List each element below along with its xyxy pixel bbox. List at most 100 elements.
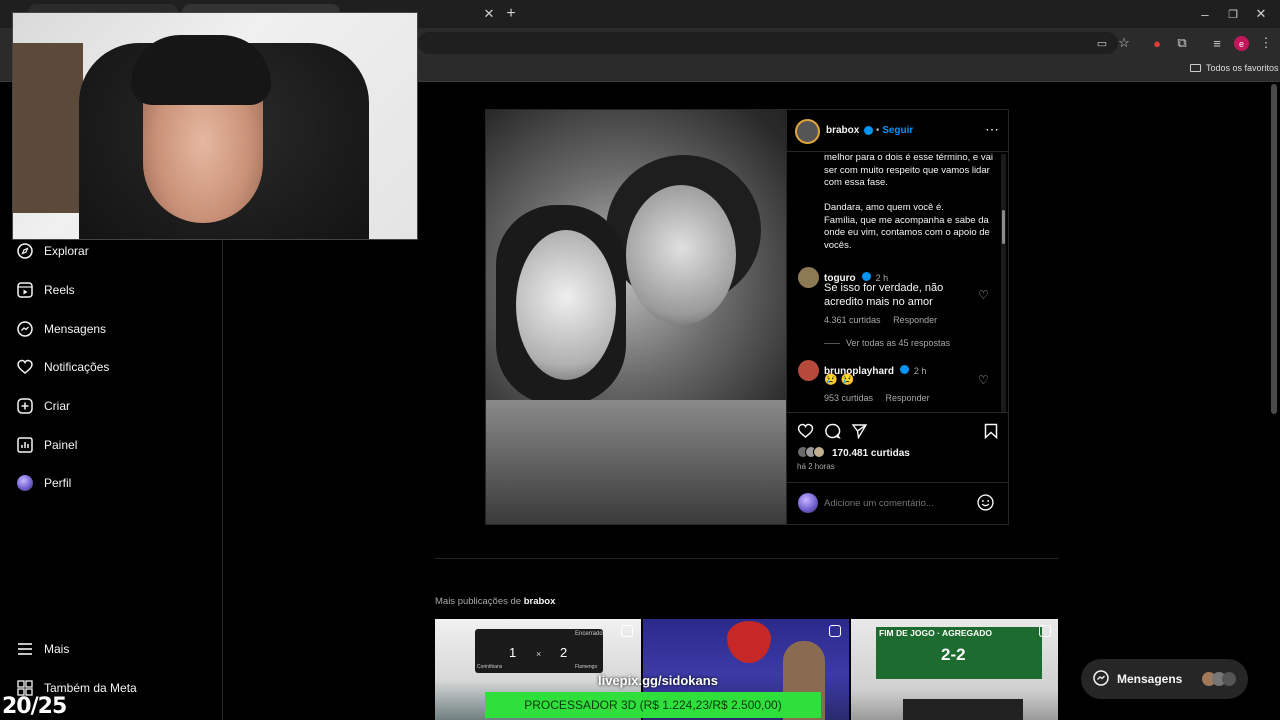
comment-like-icon[interactable]: ♡: [978, 373, 989, 387]
heart-icon: [16, 358, 34, 376]
post-timestamp: há 2 horas: [797, 462, 835, 471]
livepix-overlay: livepix.gg/sidokans: [598, 673, 718, 688]
view-replies-label: Ver todas as 45 respostas: [846, 338, 951, 348]
puzzle-icon[interactable]: ⧉: [1171, 32, 1193, 54]
media-icon[interactable]: ≡: [1206, 32, 1228, 54]
messages-avatars: [1202, 672, 1236, 686]
page-scrollbar[interactable]: [1271, 84, 1277, 414]
avatar: [813, 446, 825, 458]
comment-input[interactable]: [824, 496, 964, 510]
avatar: [1222, 672, 1236, 686]
bookmarks-label: Todos os favoritos: [1206, 63, 1279, 73]
post-likes-count[interactable]: 170.481 curtidas: [832, 448, 910, 459]
reels-badge-icon: [1039, 625, 1051, 637]
sidebar-item-reels[interactable]: Reels: [16, 278, 75, 302]
photo-bottom: [486, 400, 786, 524]
minimize-icon[interactable]: –: [1194, 3, 1216, 25]
caption-line: Dandara, amo quem você é.: [824, 202, 944, 213]
url-input[interactable]: [418, 32, 1118, 54]
extension-icon[interactable]: ●: [1146, 32, 1168, 54]
more-posts-heading: Mais publicações de brabox: [435, 596, 555, 607]
sidebar-item-label: Mensagens: [44, 322, 107, 336]
caption-line: onde eu vim, contamos com o apoio de: [824, 227, 990, 238]
view-replies-button[interactable]: Ver todas as 45 respostas: [824, 338, 950, 348]
comment-line: Se isso for verdade, não: [824, 282, 944, 294]
close-tab-icon[interactable]: ✕: [478, 3, 500, 25]
reels-icon: [16, 281, 34, 299]
post-side-panel: brabox • Seguir ⋯ melhor para o dois é e…: [786, 110, 1009, 524]
sidebar-item-explorar[interactable]: Explorar: [16, 239, 89, 263]
folder-icon: [1190, 64, 1201, 72]
more-options-icon[interactable]: ⋯: [985, 121, 999, 138]
bookmark-star-icon[interactable]: ☆: [1113, 32, 1135, 54]
sidebar-item-notificacoes[interactable]: Notificações: [16, 355, 109, 379]
comment-likes[interactable]: 4.361 curtidas: [824, 315, 881, 325]
team-right: Flamengo: [575, 664, 598, 670]
verified-badge-icon: [862, 272, 872, 282]
restore-icon[interactable]: ❐: [1222, 3, 1244, 25]
close-window-icon[interactable]: ✕: [1250, 3, 1272, 25]
score-right: 2: [560, 645, 568, 660]
comments-scrollbar-thumb[interactable]: [1002, 210, 1005, 244]
reels-badge-icon: [829, 625, 841, 637]
all-bookmarks[interactable]: Todos os favoritos: [1190, 63, 1279, 73]
score-left: 1: [509, 645, 517, 660]
post-photo[interactable]: [486, 110, 786, 524]
sidebar-item-perfil[interactable]: Perfil: [16, 471, 71, 495]
plus-square-icon: [16, 397, 34, 415]
like-post-icon[interactable]: [797, 423, 814, 444]
more-label: Mais: [44, 642, 70, 656]
comment-avatar[interactable]: [798, 267, 819, 288]
messenger-icon: [16, 320, 34, 338]
more-posts-username[interactable]: brabox: [524, 596, 556, 607]
reply-button[interactable]: Responder: [893, 315, 937, 325]
messages-label: Mensagens: [1117, 672, 1183, 686]
streamer-hair: [131, 35, 271, 105]
messenger-icon: [1093, 669, 1109, 689]
stream-counter: 20/25: [2, 694, 67, 719]
donation-goal-bar: PROCESSADOR 3D (R$ 1.224,23/R$ 2.500,00): [485, 692, 821, 718]
messages-floating-button[interactable]: Mensagens: [1081, 659, 1248, 699]
compass-icon: [16, 242, 34, 260]
comment-like-icon[interactable]: ♡: [978, 288, 989, 302]
kebab-menu-icon[interactable]: ⋮: [1255, 32, 1277, 54]
comment-likes[interactable]: 953 curtidas: [824, 393, 873, 403]
comments-scrollbar-track[interactable]: [1001, 154, 1006, 412]
sidebar-item-label: Explorar: [44, 244, 89, 258]
reels-badge-icon: [621, 625, 633, 637]
comment-text: 😢 😢: [824, 374, 855, 386]
sidebar-item-mensagens[interactable]: Mensagens: [16, 317, 106, 341]
score-graphic-title: FIM DE JOGO · AGREGADO: [879, 628, 993, 638]
sidebar-item-label: Notificações: [44, 360, 110, 374]
profile-avatar[interactable]: e: [1234, 36, 1249, 51]
new-tab-icon[interactable]: +: [500, 3, 522, 25]
install-app-icon[interactable]: ▭: [1091, 32, 1113, 54]
comment-avatar[interactable]: [798, 360, 819, 381]
caption-line: com essa fase.: [824, 177, 888, 188]
more-post-thumb[interactable]: FIM DE JOGO · AGREGADO 2-2: [851, 619, 1058, 720]
reply-button[interactable]: Responder: [886, 393, 930, 403]
verified-badge-icon: [900, 365, 910, 375]
sidebar-item-criar[interactable]: Criar: [16, 394, 70, 418]
avatar: [16, 474, 34, 492]
liked-by-avatars[interactable]: [797, 446, 825, 458]
post-author-username[interactable]: brabox: [826, 125, 859, 136]
dashboard-icon: [16, 436, 34, 454]
save-bookmark-icon[interactable]: [984, 423, 998, 444]
comment-bubble-icon[interactable]: [824, 423, 841, 444]
sidebar-more-button[interactable]: Mais: [16, 637, 69, 661]
club-heart-logo: [727, 621, 771, 663]
emoji-icon[interactable]: [977, 494, 994, 516]
photo-face-right: [626, 185, 736, 325]
sidebar-item-painel[interactable]: Painel: [16, 433, 77, 457]
more-posts-prefix: Mais publicações de: [435, 596, 522, 607]
photo-face-left: [516, 230, 616, 380]
divider: [787, 482, 1009, 483]
follow-button[interactable]: Seguir: [882, 125, 913, 136]
post-modal: brabox • Seguir ⋯ melhor para o dois é e…: [485, 109, 1009, 525]
comment-meta: 4.361 curtidas Responder: [824, 315, 937, 325]
meta-label: Também da Meta: [44, 681, 137, 695]
post-author-avatar[interactable]: [795, 119, 820, 144]
share-icon[interactable]: [851, 423, 868, 444]
score-graphic-score: 2-2: [941, 645, 966, 664]
